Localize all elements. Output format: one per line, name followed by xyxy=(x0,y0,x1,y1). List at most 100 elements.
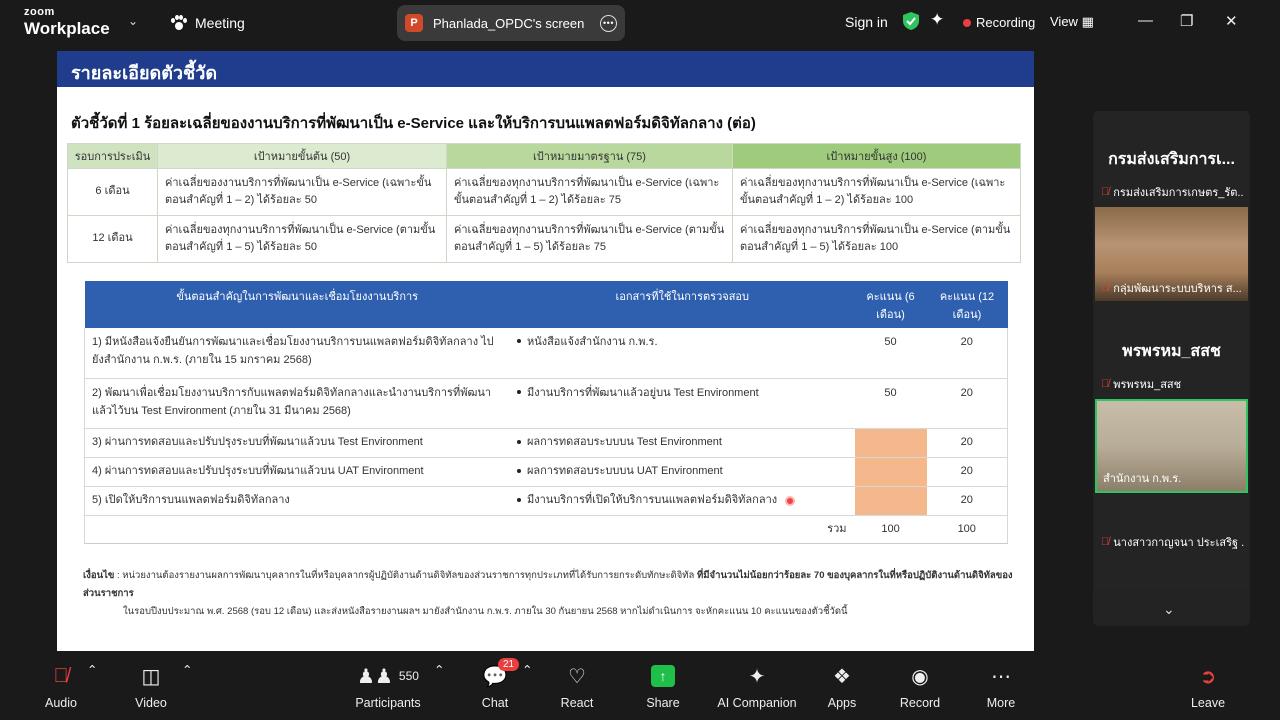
recording-label: Recording xyxy=(976,15,1036,30)
video-button[interactable]: ◫ Video xyxy=(130,662,172,711)
audio-button[interactable]: 🎙̸ Audio xyxy=(40,662,82,711)
meeting-info-button[interactable]: Meeting xyxy=(170,14,245,31)
participant-display-name: พรพรหม_สสช xyxy=(1122,343,1221,360)
grid-icon: ▦ xyxy=(1081,14,1094,29)
participants-button[interactable]: ♟♟ 550 Participants xyxy=(352,662,424,711)
mic-muted-icon: 🎙̸ xyxy=(1101,282,1110,294)
participant-tile[interactable]: 🎙̸ กลุ่มพัฒนาระบบบริหาร ส... xyxy=(1095,207,1248,301)
sign-in-link[interactable]: Sign in xyxy=(845,14,888,30)
more-button[interactable]: ⋯ More xyxy=(984,662,1018,711)
shield-icon[interactable] xyxy=(903,12,919,30)
score-6-cell xyxy=(854,486,927,516)
leave-button[interactable]: ➲ Leave xyxy=(1190,662,1226,711)
table-row: 6 เดือน ค่าเฉลี่ยของงานบริการที่พัฒนาเป็… xyxy=(67,168,1021,216)
share-label: Phanlada_OPDC's screen xyxy=(433,15,585,31)
slide-banner: รายละเอียดตัวชี้วัด xyxy=(57,51,1034,87)
share-button[interactable]: ↑ Share xyxy=(644,662,682,710)
table-header: ขั้นตอนสำคัญในการพัฒนาและเชื่อมโยงงานบริ… xyxy=(84,281,510,328)
chevron-up-icon[interactable]: ⌃ xyxy=(522,662,532,677)
mic-muted-icon: 🎙̸ xyxy=(53,664,69,687)
total-12: 100 xyxy=(926,515,1008,544)
table-row: 2) พัฒนาเพื่อเชื่อมโยงงานบริการกับแพลตฟอ… xyxy=(83,378,1008,429)
condition-text-2: ในรอบปีงบประมาณ พ.ศ. 2568 (รอบ 12 เดือน)… xyxy=(123,606,848,618)
score-6-cell xyxy=(854,457,927,487)
apps-button[interactable]: ❖ Apps xyxy=(825,662,859,711)
meeting-top-bar: zoom Workplace ⌄ Meeting P Phanlada_OPDC… xyxy=(0,0,1280,46)
view-label: View xyxy=(1050,14,1078,29)
table-header: คะแนน (12 เดือน) xyxy=(926,281,1008,328)
mic-muted-icon: 🎙̸ xyxy=(1101,186,1110,198)
leave-label: Leave xyxy=(1190,696,1226,710)
table-cell: 12 เดือน xyxy=(67,215,158,263)
view-button[interactable]: View ▦ xyxy=(1050,14,1094,30)
doc-cell: ผลการทดสอบระบบบน Test Environment xyxy=(509,428,855,458)
doc-cell: หนังสือแจ้งสำนักงาน ก.พ.ร. xyxy=(509,328,855,379)
participant-tile[interactable]: พรพรหม_สสช 🎙̸ พรพรหม_สสช xyxy=(1095,303,1248,397)
condition-text-1: : หน่วยงานต้องรายงานผลการพัฒนาบุคลากรในท… xyxy=(114,570,698,581)
doc-text: มีงานบริการที่เปิดให้บริการบนแพลตฟอร์มดิ… xyxy=(526,494,778,507)
doc-cell: ผลการทดสอบระบบบน UAT Environment xyxy=(509,457,855,487)
react-button[interactable]: ♡ React xyxy=(558,662,596,711)
table-cell: ค่าเฉลี่ยของทุกงานบริการที่พัฒนาเป็น e-S… xyxy=(157,215,447,263)
participants-count: 550 xyxy=(398,669,419,683)
more-options-icon[interactable]: ••• xyxy=(600,14,617,32)
doc-text: ผลการทดสอบระบบบน Test Environment xyxy=(526,436,722,449)
table-header: คะแนน (6 เดือน) xyxy=(854,281,927,328)
total-6: 100 xyxy=(854,515,927,544)
step-cell: 1) มีหนังสือแจ้งยืนยันการพัฒนาและเชื่อมโ… xyxy=(83,328,510,379)
audio-label: Audio xyxy=(45,696,77,710)
brand-workplace: Workplace xyxy=(24,19,110,38)
table-cell: ค่าเฉลี่ยของทุกงานบริการที่พัฒนาเป็น e-S… xyxy=(732,168,1021,216)
leave-icon: ➲ xyxy=(1199,665,1217,688)
zoom-workplace-logo[interactable]: zoom Workplace xyxy=(24,7,110,38)
chevron-up-icon[interactable]: ⌃ xyxy=(182,662,192,677)
total-label: รวม xyxy=(509,515,855,544)
record-button[interactable]: ◉ Record xyxy=(898,662,942,711)
paw-icon xyxy=(170,14,187,31)
participant-name: กรมส่งเสริมการเกษตร_รัต... xyxy=(1113,187,1244,199)
recording-indicator[interactable]: Recording xyxy=(963,15,1035,30)
restore-icon[interactable]: ❐ xyxy=(1180,12,1193,30)
participant-tile-active[interactable]: สำนักงาน ก.พ.ร. xyxy=(1095,399,1248,493)
participant-tile[interactable]: 🎙̸ นางสาวกาญจนา ประเสริฐ ... xyxy=(1095,495,1248,589)
close-icon[interactable]: ✕ xyxy=(1225,12,1238,30)
chat-button[interactable]: 💬 21 Chat xyxy=(478,658,520,710)
chevron-down-icon[interactable]: ⌄ xyxy=(128,14,138,28)
chevron-up-icon[interactable]: ⌃ xyxy=(434,662,444,677)
screen-share-indicator[interactable]: P Phanlada_OPDC's screen ••• xyxy=(397,5,625,41)
chevron-down-icon[interactable]: ⌄ xyxy=(1163,601,1175,618)
participant-display-name: กรมส่งเสริมการเ... xyxy=(1108,151,1235,168)
ai-companion-button[interactable]: ✦ AI Companion xyxy=(715,662,799,711)
record-icon: ◉ xyxy=(911,665,929,688)
table-header: เป้าหมายมาตรฐาน (75) xyxy=(446,143,733,169)
doc-text: มีงานบริการที่พัฒนาแล้วอยู่บน Test Envir… xyxy=(526,386,759,399)
table-header: เป้าหมายขั้นสูง (100) xyxy=(732,143,1021,169)
table-row: 5) เปิดให้บริการบนแพลตฟอร์มดิจิทัลกลาง ม… xyxy=(83,486,1008,516)
table-cell: 6 เดือน xyxy=(67,168,158,216)
table-row: 3) ผ่านการทดสอบและปรับปรุงระบบที่พัฒนาแล… xyxy=(83,428,1008,458)
participants-icon: ♟♟ xyxy=(357,665,393,688)
more-label: More xyxy=(986,696,1016,710)
minimize-icon[interactable]: — xyxy=(1138,12,1153,29)
step-cell: 5) เปิดให้บริการบนแพลตฟอร์มดิจิทัลกลาง xyxy=(83,486,510,516)
step-cell: 4) ผ่านการทดสอบและปรับปรุงระบบที่พัฒนาแล… xyxy=(83,457,510,487)
participant-name: นางสาวกาญจนา ประเสริฐ ... xyxy=(1113,537,1244,549)
sparkle-icon[interactable]: ✦ xyxy=(930,10,944,30)
participant-name: กลุ่มพัฒนาระบบบริหาร ส... xyxy=(1113,283,1242,295)
score-12-cell: 20 xyxy=(926,457,1008,487)
participant-tile[interactable]: กรมส่งเสริมการเ... 🎙̸ กรมส่งเสริมการเกษตร… xyxy=(1095,111,1248,205)
doc-text: ผลการทดสอบระบบบน UAT Environment xyxy=(526,465,723,478)
shared-slide: รายละเอียดตัวชี้วัด ตัวชี้วัดที่ 1 ร้อยล… xyxy=(57,51,1034,651)
score-6-cell xyxy=(854,428,927,458)
video-camera-icon: ◫ xyxy=(141,665,161,688)
condition-label: เงื่อนไข xyxy=(83,570,115,581)
indicator-title: ตัวชี้วัดที่ 1 ร้อยละเฉลี่ยของงานบริการท… xyxy=(71,115,756,132)
step-cell: 3) ผ่านการทดสอบและปรับปรุงระบบที่พัฒนาแล… xyxy=(83,428,510,458)
share-screen-icon: ↑ xyxy=(651,665,675,687)
sparkle-icon: ✦ xyxy=(748,665,766,688)
apps-label: Apps xyxy=(827,696,857,710)
table-row: 4) ผ่านการทดสอบและปรับปรุงระบบที่พัฒนาแล… xyxy=(83,457,1008,487)
participant-name: พรพรหม_สสช xyxy=(1113,379,1182,391)
chevron-up-icon[interactable]: ⌃ xyxy=(87,662,97,677)
table-cell: ค่าเฉลี่ยของทุกงานบริการที่พัฒนาเป็น e-S… xyxy=(732,215,1021,263)
